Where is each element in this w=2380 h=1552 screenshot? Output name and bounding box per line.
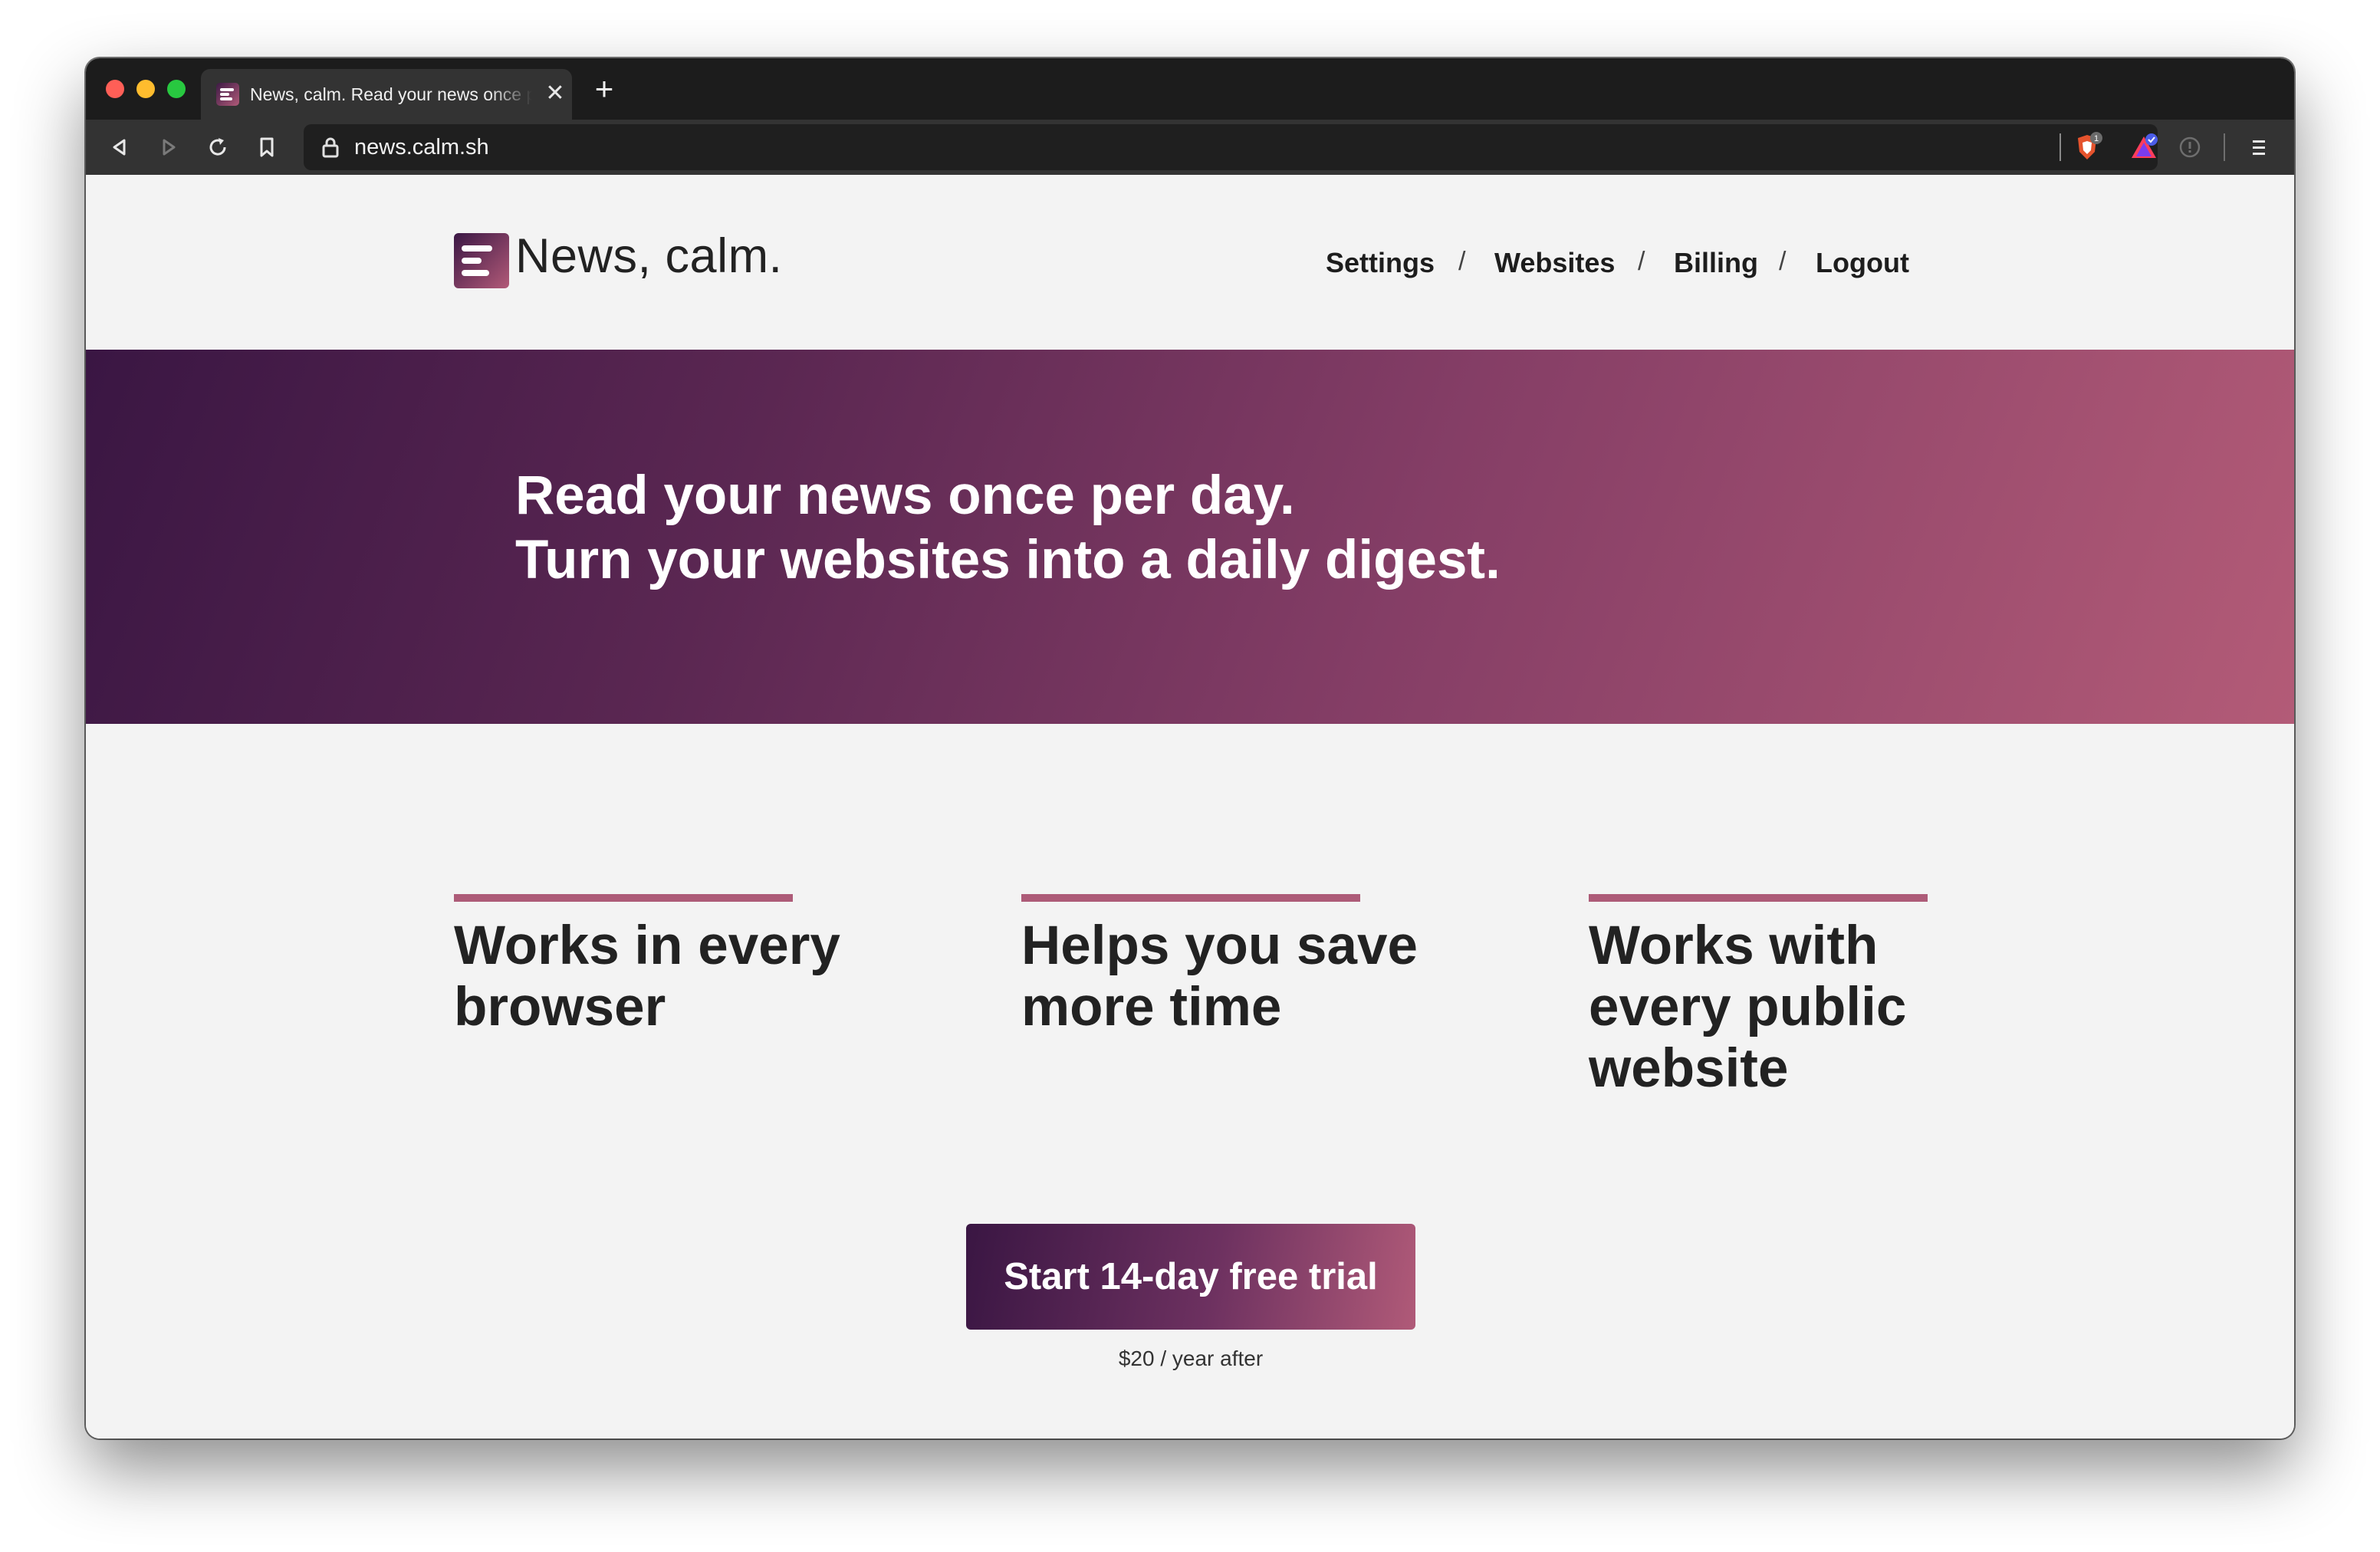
tab-close-icon[interactable]: ✕ bbox=[544, 81, 566, 106]
reload-icon[interactable] bbox=[204, 133, 232, 161]
url-text: news.calm.sh bbox=[354, 135, 489, 159]
wallet-icon[interactable] bbox=[2176, 133, 2204, 161]
brave-rewards-icon[interactable] bbox=[2129, 132, 2159, 163]
hero-banner: Read your news once per day. Turn your w… bbox=[86, 350, 2294, 724]
nav-link-websites[interactable]: Websites bbox=[1494, 247, 1615, 279]
url-bar-divider bbox=[2059, 133, 2061, 161]
browser-window: News, calm. Read your news once per day … bbox=[86, 58, 2294, 1439]
bookmark-icon[interactable] bbox=[253, 133, 281, 161]
feature-title: Works in every browser bbox=[454, 916, 840, 1037]
tab-title: News, calm. Read your news once per day bbox=[250, 84, 532, 104]
start-trial-button[interactable]: Start 14-day free trial bbox=[966, 1224, 1415, 1330]
nav-separator: / bbox=[1638, 247, 1645, 276]
tab-bar: News, calm. Read your news once per day … bbox=[86, 58, 2294, 120]
nav-link-settings[interactable]: Settings bbox=[1326, 247, 1435, 279]
brave-shield-icon[interactable]: 1 bbox=[2072, 132, 2102, 163]
minimize-window-button[interactable] bbox=[136, 80, 155, 98]
browser-toolbar: news.calm.sh 1 bbox=[86, 120, 2294, 175]
feature-title: Helps you save more time bbox=[1021, 916, 1418, 1037]
close-window-button[interactable] bbox=[106, 80, 124, 98]
back-icon[interactable] bbox=[106, 133, 133, 161]
menu-icon[interactable] bbox=[2245, 133, 2273, 161]
feature-title: Works with every public website bbox=[1589, 916, 1907, 1099]
favicon-icon bbox=[216, 83, 239, 106]
svg-text:1: 1 bbox=[2094, 134, 2099, 143]
lock-icon bbox=[321, 136, 340, 158]
logo-icon[interactable] bbox=[454, 233, 509, 288]
feature-accent-bar bbox=[454, 894, 793, 902]
browser-tab-active[interactable]: News, calm. Read your news once per day … bbox=[201, 69, 572, 120]
nav-link-logout[interactable]: Logout bbox=[1816, 247, 1909, 279]
pricing-note: $20 / year after bbox=[1118, 1346, 1264, 1370]
feature-accent-bar bbox=[1021, 894, 1360, 902]
toolbar-divider bbox=[2224, 133, 2225, 161]
zoom-window-button[interactable] bbox=[167, 80, 186, 98]
page-content: News, calm. Settings / Websites / Billin… bbox=[86, 175, 2294, 1439]
brand-name[interactable]: News, calm. bbox=[515, 229, 783, 284]
hero-headline-line-1: Read your news once per day. bbox=[515, 465, 1295, 526]
new-tab-button[interactable]: + bbox=[589, 72, 620, 106]
forward-icon[interactable] bbox=[155, 133, 182, 161]
hero-headline-line-2: Turn your websites into a daily digest. bbox=[515, 530, 1501, 590]
address-bar[interactable]: news.calm.sh 1 bbox=[304, 124, 2158, 170]
nav-separator: / bbox=[1458, 247, 1466, 276]
nav-separator: / bbox=[1779, 247, 1787, 276]
nav-link-billing[interactable]: Billing bbox=[1674, 247, 1758, 279]
screenshot-stage: News, calm. Read your news once per day … bbox=[0, 0, 2380, 1552]
feature-accent-bar bbox=[1589, 894, 1928, 902]
